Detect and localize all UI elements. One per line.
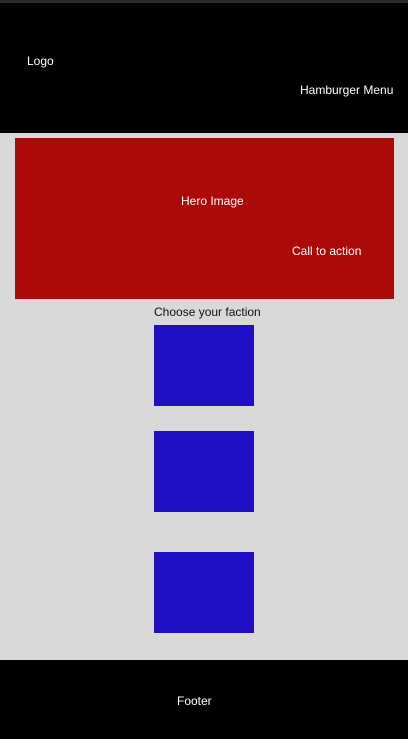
faction-card-1[interactable] [154,325,254,406]
call-to-action-button[interactable]: Call to action [292,244,361,258]
site-footer: Footer [0,660,408,739]
hero-banner: Hero Image Call to action [15,138,394,299]
footer-label: Footer [177,694,212,708]
faction-card-2[interactable] [154,431,254,512]
logo[interactable]: Logo [27,54,54,68]
hamburger-menu-button[interactable]: Hamburger Menu [300,83,393,97]
faction-heading: Choose your faction [154,305,261,319]
hero-image-placeholder: Hero Image [181,194,244,208]
faction-card-3[interactable] [154,552,254,633]
site-header: Logo Hamburger Menu [0,0,408,133]
